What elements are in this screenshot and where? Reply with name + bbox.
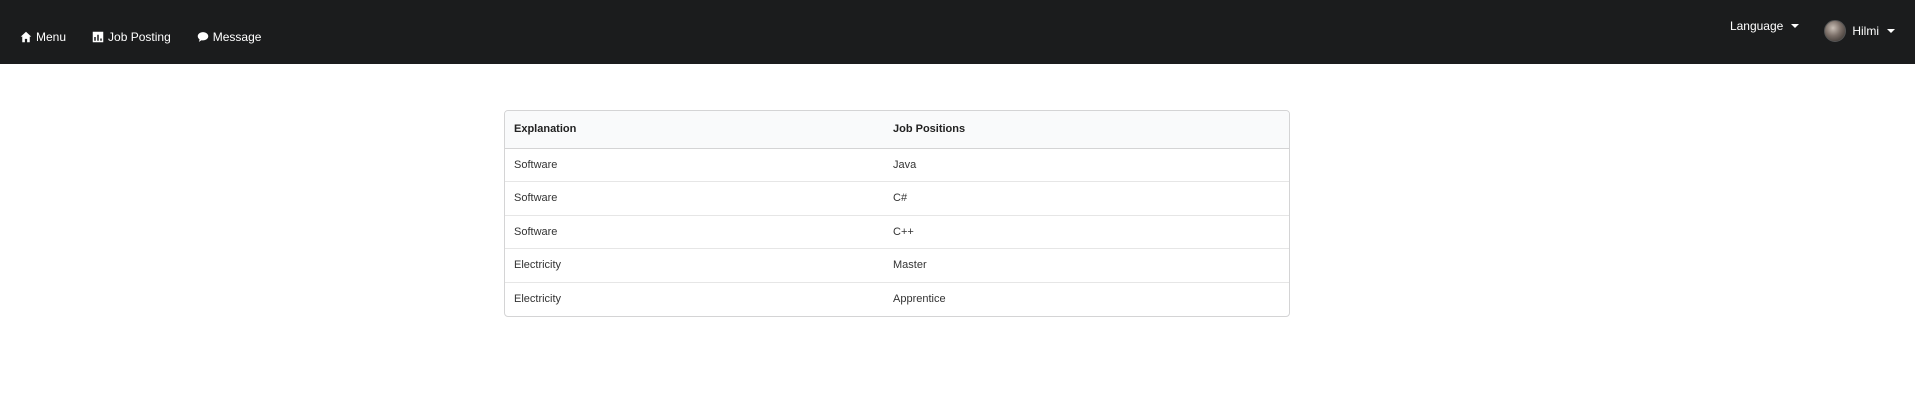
table-row: Software C# [505,181,1289,215]
user-name: Hilmi [1852,24,1879,38]
job-position-cell: Master [884,248,1289,282]
explanation-cell: Electricity [505,248,884,282]
job-position-cell: C# [884,181,1289,215]
table-row: Electricity Master [505,248,1289,282]
nav-item-menu[interactable]: Menu [20,30,66,44]
job-position-cell: Java [893,158,917,171]
column-header-explanation: Explanation [505,111,884,149]
caret-down-icon [1791,24,1800,28]
nav-item-label: Menu [36,30,67,44]
nav-item-label: Job Posting [108,30,171,44]
column-header-job-positions: Job Positions [884,111,1289,149]
explanation-cell: Electricity [505,281,884,316]
table-row: Software Java [505,148,1289,182]
user-dropdown[interactable]: Hilmi [1824,20,1895,42]
language-label: Language [1729,19,1784,33]
nav-item-label: Message [212,30,262,44]
avatar [1824,20,1847,42]
chart-icon [92,31,104,43]
job-position-cell: C++ [884,214,1289,249]
caret-down-icon [1887,29,1895,33]
nav-left: Menu Job Posting Message [20,0,287,74]
table-row: Software C++ [505,214,1289,249]
explanation-cell: Software [505,181,884,215]
table-header-row: Explanation Job Positions [505,111,1289,149]
comment-icon [197,31,209,43]
explanation-cell: Software [505,214,884,249]
language-dropdown[interactable]: Language [1729,19,1800,33]
nav-item-message[interactable]: Message [197,30,262,44]
nav-right: Language Hilmi [1730,0,1895,64]
table-row: Electricity Apprentice [505,281,1289,316]
top-navbar: Menu Job Posting Message Language Hilmi [0,0,1915,64]
job-position-cell: Apprentice [884,281,1289,316]
job-positions-table: Explanation Job Positions Software Java … [504,110,1290,317]
explanation-cell: Software [514,158,558,171]
home-icon [20,31,32,43]
nav-item-job-posting[interactable]: Job Posting [92,30,171,44]
